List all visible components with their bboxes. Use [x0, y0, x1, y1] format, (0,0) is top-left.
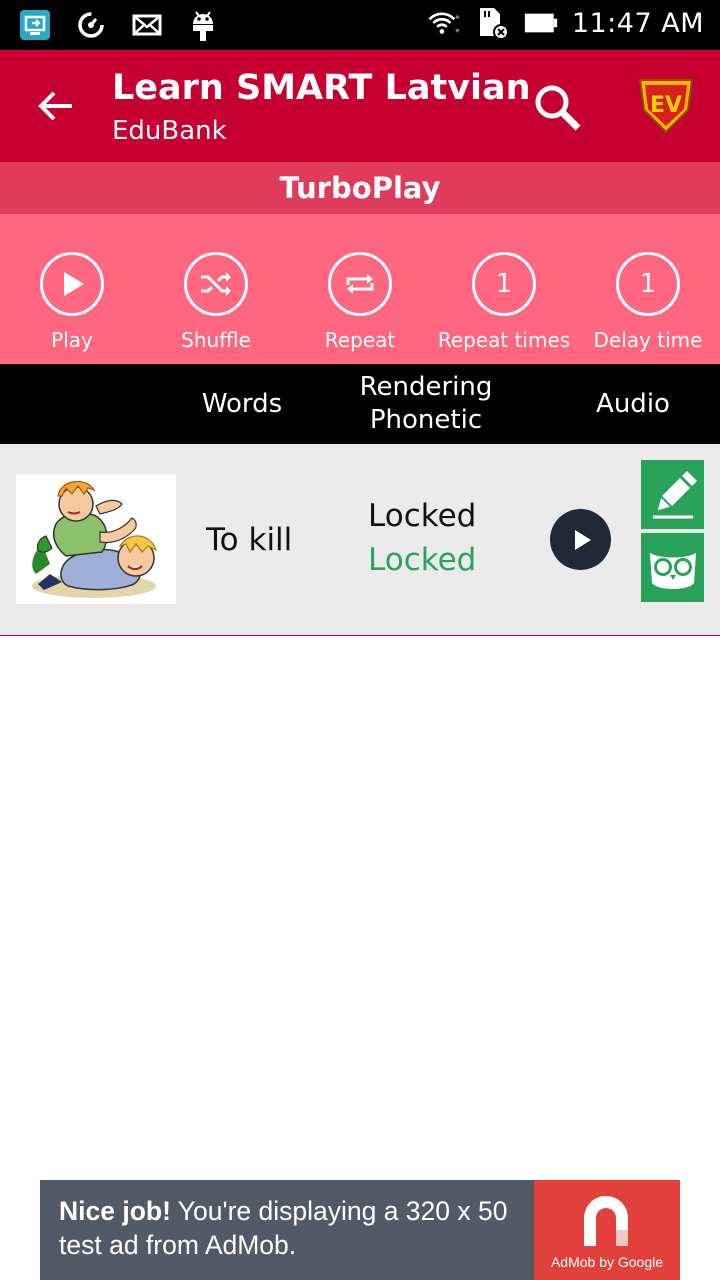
audio-play-button[interactable] [550, 509, 611, 570]
ev-logo[interactable]: EV [636, 76, 696, 136]
repeat-times-value: 1 [472, 252, 536, 316]
turboplay-title: TurboPlay [279, 171, 441, 205]
pencil-icon [652, 470, 697, 518]
battery-icon [524, 6, 558, 40]
owl-icon [649, 552, 696, 589]
admob-logo-icon [584, 1196, 628, 1246]
shuffle-button[interactable]: Shuffle [144, 214, 288, 364]
svg-text:EV: EV [650, 93, 682, 118]
column-audio: Audio [596, 388, 670, 419]
wifi-icon [428, 6, 462, 40]
search-button[interactable] [528, 78, 588, 138]
app-title: Learn SMART Latvian [112, 68, 531, 108]
app-subtitle: EduBank [112, 116, 227, 146]
shuffle-label: Shuffle [181, 328, 251, 352]
ad-banner[interactable]: Nice job! You're displaying a 320 x 50 t… [40, 1180, 680, 1280]
word-row[interactable]: To kill Locked Locked [0, 444, 720, 636]
phonetic-text: Locked [368, 542, 477, 578]
system-icons: 11:47 AM [428, 6, 704, 40]
repeat-times-button[interactable]: 1 Repeat times [432, 214, 576, 364]
repeat-icon [328, 252, 392, 316]
rendering-text: Locked [368, 498, 477, 534]
edit-button[interactable] [641, 460, 704, 529]
search-icon [535, 85, 581, 131]
playback-controls: Play Shuffle Repeat 1 Repeat times 1 Del… [0, 214, 720, 364]
shuffle-icon [184, 252, 248, 316]
repeat-label: Repeat [324, 328, 396, 352]
screen-cast-icon [18, 8, 52, 42]
delay-time-button[interactable]: 1 Delay time [576, 214, 720, 364]
column-rendering: Rendering [359, 372, 493, 402]
back-button[interactable] [26, 80, 86, 132]
ad-text: Nice job! You're displaying a 320 x 50 t… [59, 1194, 539, 1262]
notification-icons [18, 8, 220, 42]
sd-card-icon [476, 6, 510, 40]
view-button[interactable] [641, 533, 704, 602]
delay-time-value: 1 [616, 252, 680, 316]
delay-time-label: Delay time [593, 328, 703, 352]
play-label: Play [51, 328, 93, 352]
repeat-times-label: Repeat times [437, 328, 571, 352]
column-phonetic: Phonetic [369, 405, 483, 435]
admob-brand: AdMob by Google [550, 1254, 664, 1270]
app-bar: Learn SMART Latvian EduBank EV [0, 50, 720, 162]
ad-bold-text: Nice job! [59, 1196, 171, 1226]
speed-icon [74, 8, 108, 42]
play-button[interactable]: Play [0, 214, 144, 364]
turboplay-bar: TurboPlay [0, 162, 720, 214]
android-icon [186, 8, 220, 42]
status-bar: 11:47 AM [0, 0, 720, 50]
play-circle-icon [574, 529, 591, 550]
mail-icon [130, 8, 164, 42]
repeat-button[interactable]: Repeat [288, 214, 432, 364]
play-icon [40, 252, 104, 316]
word-text: To kill [206, 522, 293, 558]
fighting-kids-image [16, 474, 176, 604]
arrow-left-icon [38, 91, 72, 121]
clock: 11:47 AM [571, 7, 704, 39]
column-header: Words Rendering Phonetic Audio [0, 364, 720, 444]
admob-logo: AdMob by Google [534, 1180, 680, 1280]
column-rendering-phonetic: Rendering Phonetic [336, 364, 516, 444]
column-words: Words [201, 388, 283, 419]
